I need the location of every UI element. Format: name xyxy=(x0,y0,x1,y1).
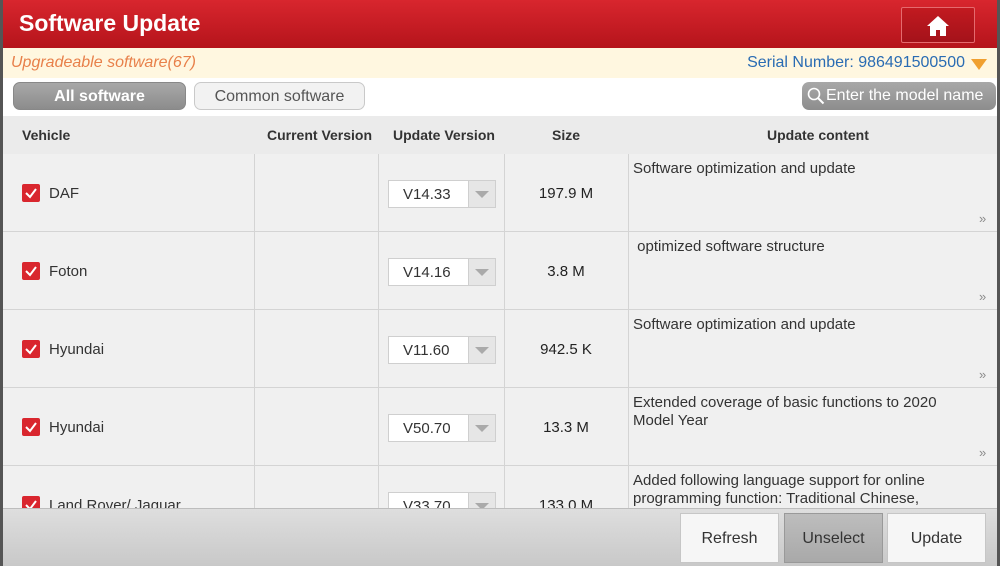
version-select[interactable]: V11.60 xyxy=(388,336,496,364)
column-update-version: Update Version xyxy=(393,127,495,143)
column-divider xyxy=(628,310,629,388)
update-content-text: Software optimization and update xyxy=(633,316,856,333)
title-bar: Software Update xyxy=(3,0,997,48)
column-divider xyxy=(378,466,379,508)
tab-common-software[interactable]: Common software xyxy=(194,82,365,110)
column-divider xyxy=(254,232,255,310)
chevron-down-icon[interactable] xyxy=(468,415,495,441)
table-row[interactable]: Foton V14.16 3.8 M optimized software st… xyxy=(3,232,997,310)
expand-more-icon[interactable]: » xyxy=(979,211,986,226)
search-icon xyxy=(807,87,825,105)
update-button[interactable]: Update xyxy=(887,513,986,563)
version-select[interactable]: V50.70 xyxy=(388,414,496,442)
search-input[interactable] xyxy=(826,85,994,107)
info-bar: Upgradeable software(67) Serial Number: … xyxy=(3,48,997,78)
page-title: Software Update xyxy=(19,10,201,36)
table-row[interactable]: Land Rover/ Jaguar V33.70 133.0 M Added … xyxy=(3,466,997,508)
checkmark-icon xyxy=(25,500,37,508)
version-select[interactable]: V14.33 xyxy=(388,180,496,208)
upgradeable-count: Upgradeable software(67) xyxy=(11,54,196,71)
column-divider xyxy=(254,154,255,232)
column-size: Size xyxy=(552,127,581,143)
chevron-down-icon[interactable] xyxy=(468,181,495,207)
column-divider xyxy=(254,466,255,508)
table-header: Vehicle Current Version Update Version S… xyxy=(3,116,997,155)
version-value: V11.60 xyxy=(403,342,450,359)
search-box[interactable] xyxy=(802,82,996,110)
size-value: 197.9 M xyxy=(538,185,594,202)
action-bar: Refresh Unselect Update xyxy=(3,508,997,566)
row-checkbox[interactable] xyxy=(22,262,40,280)
column-divider xyxy=(628,232,629,310)
checkmark-icon xyxy=(25,188,37,199)
size-value: 942.5 K xyxy=(540,341,592,358)
version-value: V50.70 xyxy=(403,420,451,437)
unselect-button[interactable]: Unselect xyxy=(784,513,883,563)
column-divider xyxy=(378,232,379,310)
expand-more-icon[interactable]: » xyxy=(979,367,986,382)
vehicle-name: Hyundai xyxy=(49,341,105,358)
update-content-text: Extended coverage of basic functions to … xyxy=(633,394,937,429)
version-value: V33.70 xyxy=(403,498,451,508)
version-value: V14.33 xyxy=(403,186,451,203)
row-checkbox[interactable] xyxy=(22,496,40,508)
chevron-down-icon[interactable] xyxy=(468,259,495,285)
column-divider xyxy=(378,154,379,232)
vehicle-name: Foton xyxy=(49,263,88,280)
table-row[interactable]: Hyundai V50.70 13.3 M Extended coverage … xyxy=(3,388,997,466)
row-checkbox[interactable] xyxy=(22,418,40,436)
refresh-button[interactable]: Refresh xyxy=(680,513,779,563)
size-value: 133.0 M xyxy=(538,497,594,508)
size-value: 13.3 M xyxy=(543,419,589,436)
row-checkbox[interactable] xyxy=(22,340,40,358)
chevron-down-icon[interactable] xyxy=(468,337,495,363)
column-divider xyxy=(628,466,629,508)
update-content-text: Added following language support for onl… xyxy=(633,472,925,507)
version-select[interactable]: V14.16 xyxy=(388,258,496,286)
update-content-text: optimized software structure xyxy=(633,238,825,255)
expand-more-icon[interactable]: » xyxy=(979,289,986,304)
expand-more-icon[interactable]: » xyxy=(979,445,986,460)
checkmark-icon xyxy=(25,266,37,277)
table-row[interactable]: Hyundai V11.60 942.5 K Software optimiza… xyxy=(3,310,997,388)
vehicle-name: Land Rover/ Jaguar xyxy=(49,497,181,508)
column-divider xyxy=(254,388,255,466)
software-update-screen: Software Update Upgradeable software(67)… xyxy=(0,0,1000,566)
tab-all-software[interactable]: All software xyxy=(13,82,186,110)
home-icon xyxy=(927,16,949,36)
column-divider xyxy=(628,154,629,232)
row-checkbox[interactable] xyxy=(22,184,40,202)
serial-dropdown-icon[interactable] xyxy=(971,59,987,70)
checkmark-icon xyxy=(25,422,37,433)
vehicle-name: Hyundai xyxy=(49,419,105,436)
version-select[interactable]: V33.70 xyxy=(388,492,496,508)
column-divider xyxy=(378,388,379,466)
vehicle-name: DAF xyxy=(49,185,79,202)
column-divider xyxy=(254,310,255,388)
column-divider xyxy=(628,388,629,466)
software-list[interactable]: DAF V14.33 197.9 M Software optimization… xyxy=(3,154,997,508)
table-row[interactable]: DAF V14.33 197.9 M Software optimization… xyxy=(3,154,997,232)
column-divider xyxy=(378,310,379,388)
checkmark-icon xyxy=(25,344,37,355)
column-vehicle: Vehicle xyxy=(22,127,71,143)
filter-tabs: All software Common software xyxy=(3,78,997,116)
version-value: V14.16 xyxy=(403,264,451,281)
serial-number[interactable]: Serial Number: 986491500500 xyxy=(747,54,965,72)
size-value: 3.8 M xyxy=(547,263,585,280)
home-button[interactable] xyxy=(901,7,975,43)
update-content-text: Software optimization and update xyxy=(633,160,856,177)
chevron-down-icon[interactable] xyxy=(468,493,495,508)
column-current-version: Current Version xyxy=(267,127,373,143)
column-update-content: Update content xyxy=(767,127,869,143)
